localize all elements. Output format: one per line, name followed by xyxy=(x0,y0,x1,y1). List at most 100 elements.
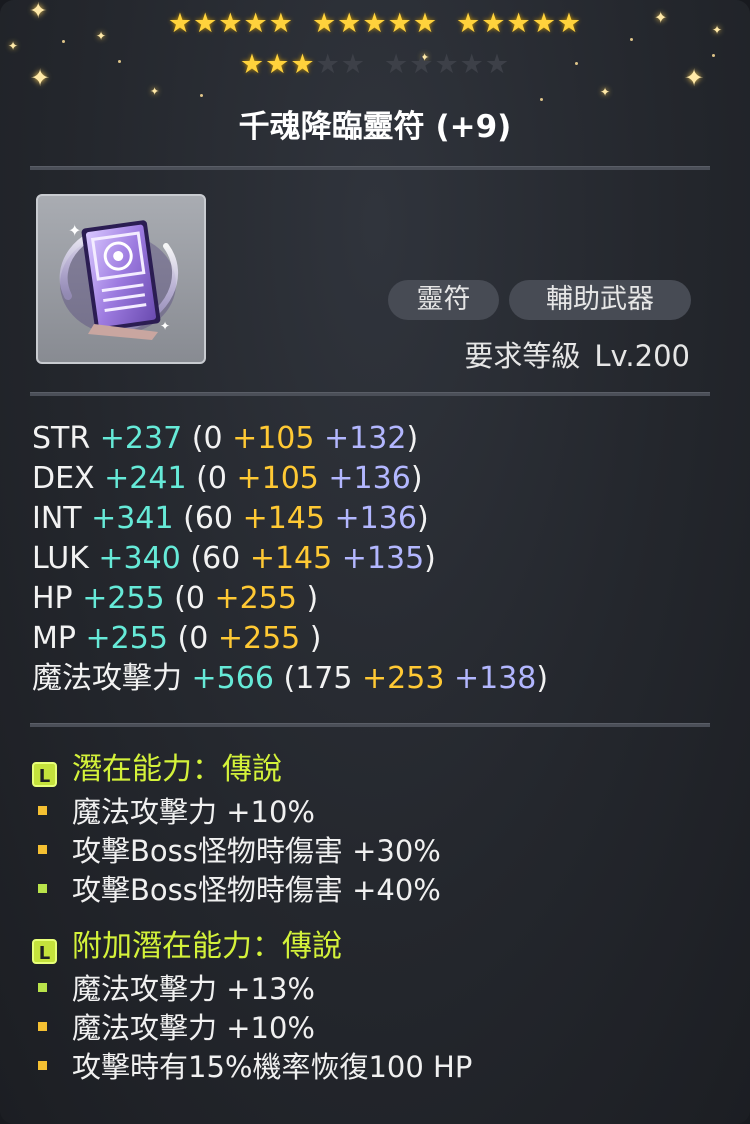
stat-line: HP +255 (0 +255 ) xyxy=(32,579,548,619)
stat-paren: ) xyxy=(424,541,436,576)
bullet-icon xyxy=(38,884,47,893)
star-empty-icon: ★ xyxy=(484,49,511,80)
stat-paren: ( xyxy=(190,541,203,576)
stat-bonus: +145 xyxy=(242,501,325,536)
star-filled-icon: ★ xyxy=(218,8,244,39)
star-empty-icon: ★ xyxy=(409,49,435,80)
stat-name: INT xyxy=(32,501,82,536)
stat-total: +341 xyxy=(91,501,174,536)
potential-line-text: 攻擊Boss怪物時傷害 +40% xyxy=(72,873,441,907)
potential-line-text: 攻擊Boss怪物時傷害 +30% xyxy=(72,834,441,868)
stat-total: +340 xyxy=(98,541,181,576)
category-tag-secondary-weapon: 輔助武器 xyxy=(509,280,691,320)
star-filled-icon: ★ xyxy=(506,8,532,39)
stat-paren: ( xyxy=(174,581,186,616)
legendary-grade-icon: L xyxy=(32,939,57,964)
star-filled-icon: ★ xyxy=(243,8,269,39)
star-filled-icon: ★ xyxy=(311,8,338,39)
stat-bonus: +255 xyxy=(217,621,301,656)
required-level-label: 要求等級 xyxy=(464,339,581,373)
stat-paren: ) xyxy=(416,501,429,536)
talisman-icon: ✦ ✦ xyxy=(59,220,178,340)
divider xyxy=(30,392,710,396)
stat-line: STR +237 (0 +105 +132) xyxy=(32,419,548,459)
stat-total: +255 xyxy=(85,621,168,656)
stat-name: MP xyxy=(32,621,76,656)
stat-enhance: +136 xyxy=(334,501,417,536)
star-filled-icon: ★ xyxy=(412,8,439,39)
star-group: ★★★★★ xyxy=(240,51,366,78)
potential-line-text: 攻擊時有15%機率恢復100 HP xyxy=(72,1050,473,1084)
potential-title: 潛在能力：傳說 xyxy=(72,752,282,787)
potential-line-text: 魔法攻擊力 +13% xyxy=(72,972,315,1006)
potential-line: 攻擊Boss怪物時傷害 +40% xyxy=(38,871,441,910)
star-filled-icon: ★ xyxy=(556,8,583,39)
stat-base: 0 xyxy=(189,621,209,656)
stat-base: 0 xyxy=(185,581,205,616)
star-filled-icon: ★ xyxy=(531,8,557,39)
star-filled-icon: ★ xyxy=(265,49,291,80)
star-empty-icon: ★ xyxy=(315,49,341,80)
stat-name: STR xyxy=(32,421,91,456)
sparkle-dot xyxy=(62,40,65,43)
star-filled-icon: ★ xyxy=(167,8,194,39)
sparkle-icon: ✦ xyxy=(600,85,611,99)
star-filled-icon: ★ xyxy=(387,8,413,39)
divider xyxy=(30,166,710,170)
stat-enhance: +136 xyxy=(328,461,411,496)
stat-paren: ( xyxy=(196,461,208,496)
stat-base: 60 xyxy=(202,541,241,576)
stat-enhance: +138 xyxy=(453,661,537,696)
star-filled-icon: ★ xyxy=(481,8,507,39)
additional-potential-list: 魔法攻擊力 +13% 魔法攻擊力 +10% 攻擊時有15%機率恢復100 HP xyxy=(38,970,472,1087)
star-force-row-1: ★★★★★ ★★★★★ ★★★★★ xyxy=(0,10,750,37)
star-empty-icon: ★ xyxy=(384,49,410,80)
stat-line: DEX +241 (0 +105 +136) xyxy=(32,459,548,499)
potential-line: 攻擊Boss怪物時傷害 +30% xyxy=(38,832,441,871)
stat-paren: ) xyxy=(406,421,419,456)
stat-line: LUK +340 (60 +145 +135) xyxy=(32,539,548,579)
sparkle-icon: ✦ xyxy=(150,85,160,98)
stat-name: LUK xyxy=(32,541,89,576)
star-filled-icon: ★ xyxy=(362,8,388,39)
svg-text:✦: ✦ xyxy=(160,319,170,333)
stat-name: HP xyxy=(32,581,73,616)
stat-bonus: +105 xyxy=(232,421,315,456)
stat-paren: ( xyxy=(177,621,190,656)
sparkle-dot xyxy=(200,94,203,97)
star-filled-icon: ★ xyxy=(193,8,219,39)
stat-bonus: +145 xyxy=(249,541,333,576)
stat-line: 魔法攻擊力 +566 (175 +253 +138) xyxy=(32,659,548,699)
category-tag-talisman: 靈符 xyxy=(388,280,499,320)
potential-list: 魔法攻擊力 +10% 攻擊Boss怪物時傷害 +30% 攻擊Boss怪物時傷害 +4… xyxy=(38,793,441,910)
item-icon-frame: ✦ ✦ xyxy=(36,194,206,364)
sparkle-dot xyxy=(630,38,633,41)
potential-line: 魔法攻擊力 +13% xyxy=(38,970,472,1009)
item-tooltip: ✦ ✦ ✦ ✦ ✦ ✦ ✦ ✦ ✦ ✦ ★★★★★ ★★★★★ ★★★★★ ★★★★… xyxy=(0,0,750,1124)
stat-base: 0 xyxy=(207,461,227,496)
star-filled-icon: ★ xyxy=(239,49,266,80)
star-filled-icon: ★ xyxy=(290,49,316,80)
stat-paren: ) xyxy=(306,581,319,616)
bullet-icon xyxy=(38,806,47,815)
item-name: 千魂降臨靈符 (+9) xyxy=(238,109,512,145)
star-filled-icon: ★ xyxy=(337,8,363,39)
star-filled-icon: ★ xyxy=(268,8,294,39)
bullet-icon xyxy=(38,983,47,992)
potential-line: 魔法攻擊力 +10% xyxy=(38,1009,472,1048)
stat-paren: ( xyxy=(183,501,195,536)
stat-name: DEX xyxy=(32,461,95,496)
stat-total: +566 xyxy=(191,661,274,696)
stat-paren: ) xyxy=(410,461,423,496)
stat-name: 魔法攻擊力 xyxy=(32,661,182,696)
star-group: ★★★★★ xyxy=(384,51,510,78)
stat-list: STR +237 (0 +105 +132) DEX +241 (0 +105 +… xyxy=(32,419,548,699)
stat-total: +255 xyxy=(82,581,165,616)
required-level: 要求等級 Lv.200 xyxy=(464,333,690,375)
stat-bonus: +105 xyxy=(236,461,319,496)
star-empty-icon: ★ xyxy=(340,49,366,80)
additional-potential-title: 附加潛在能力：傳說 xyxy=(72,929,342,964)
potential-line: 魔法攻擊力 +10% xyxy=(38,793,441,832)
stat-paren: ( xyxy=(283,661,296,696)
stat-paren: ( xyxy=(191,421,204,456)
